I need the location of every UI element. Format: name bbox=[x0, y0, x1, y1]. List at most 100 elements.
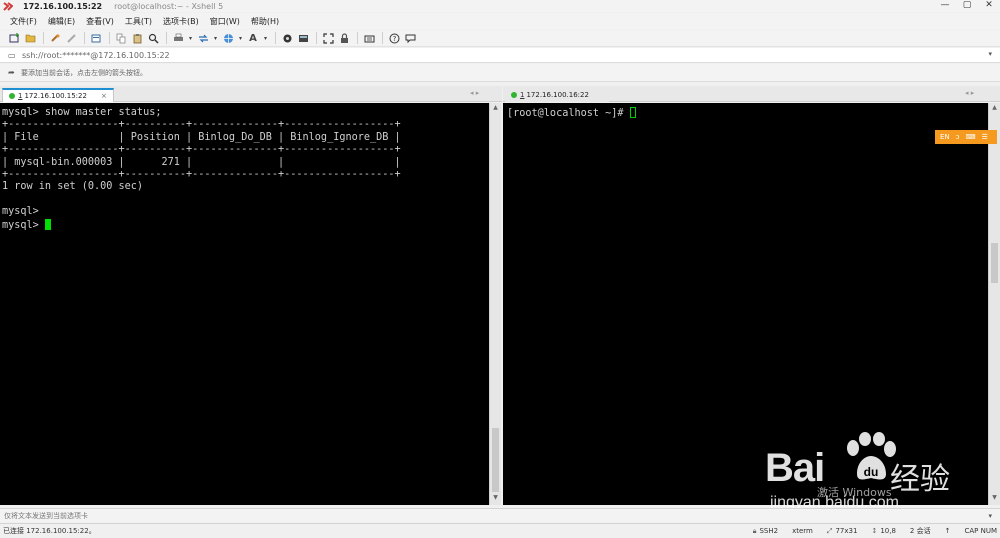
toolbar-separator bbox=[166, 32, 167, 44]
ime-language-label: EN bbox=[940, 133, 950, 141]
ime-language-widget[interactable]: EN ↄ ⌨ ☰ bbox=[935, 130, 997, 144]
terminal-size-status: ⤢ 77x31 bbox=[827, 527, 858, 536]
cursor-position-icon: ↕ bbox=[871, 527, 878, 535]
session-count-status: 2 会话 bbox=[909, 527, 931, 535]
menu-bar: 文件(F) 编辑(E) 查看(V) 工具(T) 选项卡(B) 窗口(W) 帮助(… bbox=[0, 13, 1000, 29]
ime-keyboard-icon[interactable]: ⌨ bbox=[966, 133, 976, 141]
keyboard-lock-status: CAP NUM bbox=[964, 527, 997, 535]
terminal-prompt: mysql> bbox=[2, 219, 45, 231]
left-terminal[interactable]: mysql> show master status; +-------------… bbox=[0, 103, 489, 505]
terminal-cursor bbox=[44, 218, 51, 230]
menu-edit[interactable]: 编辑(E) bbox=[48, 16, 75, 27]
lock-icon[interactable] bbox=[338, 32, 350, 44]
position-label: 10,8 bbox=[880, 527, 896, 535]
chevron-down-icon[interactable]: ▾ bbox=[263, 32, 268, 44]
keyboard-icon[interactable] bbox=[363, 32, 375, 44]
tab-nav-arrows[interactable]: ◂ ▸ bbox=[965, 89, 974, 97]
toolbar-separator bbox=[109, 32, 110, 44]
ime-menu-icon[interactable]: ☰ bbox=[982, 133, 988, 141]
scroll-down-icon[interactable]: ▼ bbox=[490, 494, 501, 504]
window-controls: — ▢ ✕ bbox=[934, 0, 1000, 12]
xshell-logo-icon bbox=[3, 1, 13, 11]
tab-host: 172.16.100.15:22 bbox=[24, 92, 87, 100]
reconnect-icon[interactable] bbox=[49, 32, 61, 44]
menu-help[interactable]: 帮助(H) bbox=[251, 16, 279, 27]
connected-status-icon bbox=[9, 93, 15, 99]
open-folder-icon[interactable] bbox=[24, 32, 36, 44]
maximize-button[interactable]: ▢ bbox=[956, 0, 978, 12]
help-icon[interactable]: ? bbox=[388, 32, 400, 44]
menu-window[interactable]: 窗口(W) bbox=[210, 16, 240, 27]
arrow-add-icon[interactable]: ➦ bbox=[8, 68, 17, 77]
window-title-host: 172.16.100.15:22 bbox=[23, 1, 103, 11]
paste-icon[interactable] bbox=[131, 32, 143, 44]
protocol-status: 🔒︎ SSH2 bbox=[753, 527, 778, 536]
chevron-down-icon[interactable]: ▾ bbox=[238, 32, 243, 44]
chevron-down-icon[interactable]: ▾ bbox=[988, 50, 992, 58]
find-icon[interactable] bbox=[147, 32, 159, 44]
chevron-down-icon[interactable]: ▾ bbox=[188, 32, 193, 44]
baidu-paw-logo-icon: du bbox=[847, 432, 896, 480]
address-bar[interactable]: ▭ ssh://root:*******@172.16.100.15:22 ▾ bbox=[0, 48, 1000, 63]
print-icon[interactable] bbox=[172, 32, 184, 44]
scroll-up-icon[interactable]: ▲ bbox=[989, 104, 1000, 114]
terminal-prompt-line: mysql> bbox=[2, 218, 489, 232]
toolbar-separator bbox=[382, 32, 383, 44]
close-tab-icon[interactable]: × bbox=[101, 92, 107, 100]
toolbar-separator bbox=[316, 32, 317, 44]
terminal-prompt-line: [root@localhost ~]# bbox=[507, 107, 1000, 120]
toolbar-separator bbox=[43, 32, 44, 44]
terminal-line: mysql> show master status; bbox=[2, 107, 162, 118]
address-text: ssh://root:*******@172.16.100.15:22 bbox=[22, 50, 170, 60]
connected-status-icon bbox=[511, 92, 517, 98]
right-tab-strip: 1 172.16.100.16:22 ◂ ▸ bbox=[503, 86, 1000, 102]
toolbar-separator bbox=[275, 32, 276, 44]
new-session-icon[interactable] bbox=[8, 32, 20, 44]
web-icon[interactable] bbox=[222, 32, 234, 44]
menu-tools[interactable]: 工具(T) bbox=[125, 16, 152, 27]
fullscreen-icon[interactable] bbox=[322, 32, 334, 44]
minimize-button[interactable]: — bbox=[934, 0, 956, 12]
terminal-line: mysql> bbox=[2, 206, 39, 218]
hint-bar: ➦ 要添加当前会话，点击左侧的箭头按钮。 bbox=[0, 64, 1000, 82]
tab-number: 1 bbox=[520, 91, 525, 99]
compose-send-bar[interactable]: 仅将文本发送到当前选项卡 ▾ bbox=[0, 508, 1000, 522]
lock-icon: 🔒︎ bbox=[752, 526, 757, 535]
copy-icon[interactable] bbox=[115, 32, 127, 44]
menu-tabs[interactable]: 选项卡(B) bbox=[163, 16, 199, 27]
tab-session-15[interactable]: 1 172.16.100.15:22 × bbox=[2, 88, 114, 102]
font-icon[interactable]: A bbox=[247, 32, 259, 44]
terminal-line: +------------------+----------+---------… bbox=[2, 169, 401, 181]
terminal-line: | File | Position | Binlog_Do_DB | Binlo… bbox=[2, 131, 401, 143]
scroll-up-icon[interactable]: ▲ bbox=[490, 104, 501, 114]
transfer-icon[interactable] bbox=[197, 32, 209, 44]
size-label: 77x31 bbox=[835, 527, 858, 535]
chevron-down-icon[interactable]: ▾ bbox=[213, 32, 218, 44]
tab-nav-arrows[interactable]: ◂ ▸ bbox=[470, 89, 479, 97]
toolbar-separator bbox=[84, 32, 85, 44]
menu-view[interactable]: 查看(V) bbox=[86, 16, 114, 27]
ime-mode-icon: ↄ bbox=[955, 133, 960, 141]
tab-session-16[interactable]: 1 172.16.100.16:22 bbox=[505, 88, 609, 102]
menu-file[interactable]: 文件(F) bbox=[10, 16, 37, 27]
left-scrollbar[interactable]: ▲ ▼ bbox=[489, 103, 501, 505]
script-icon[interactable] bbox=[281, 32, 293, 44]
scroll-thumb[interactable] bbox=[492, 428, 499, 492]
upload-icon[interactable]: ↑ bbox=[945, 527, 951, 535]
terminal-type-status: xterm bbox=[792, 527, 813, 535]
compose-icon[interactable] bbox=[297, 32, 309, 44]
tab-host: 172.16.100.16:22 bbox=[526, 91, 589, 99]
terminal-prompt: [root@localhost ~]# bbox=[507, 108, 630, 119]
baidu-jingyan-watermark: du Bai 经验 激活 Windows jingyan.baidu.com bbox=[765, 432, 995, 512]
properties-icon[interactable] bbox=[90, 32, 102, 44]
terminal-line: +------------------+----------+---------… bbox=[2, 119, 401, 131]
disconnect-icon[interactable] bbox=[65, 32, 77, 44]
send-mode-text: 仅将文本发送到当前选项卡 bbox=[4, 511, 88, 520]
terminal-line: +------------------+----------+---------… bbox=[2, 144, 401, 156]
title-bar: 172.16.100.15:22 root@localhost:~ - Xshe… bbox=[0, 0, 1000, 12]
chat-icon[interactable] bbox=[404, 32, 416, 44]
scroll-thumb[interactable] bbox=[991, 243, 998, 283]
chevron-down-icon[interactable]: ▾ bbox=[988, 512, 992, 520]
close-window-button[interactable]: ✕ bbox=[978, 0, 1000, 12]
svg-text:du: du bbox=[864, 465, 879, 479]
